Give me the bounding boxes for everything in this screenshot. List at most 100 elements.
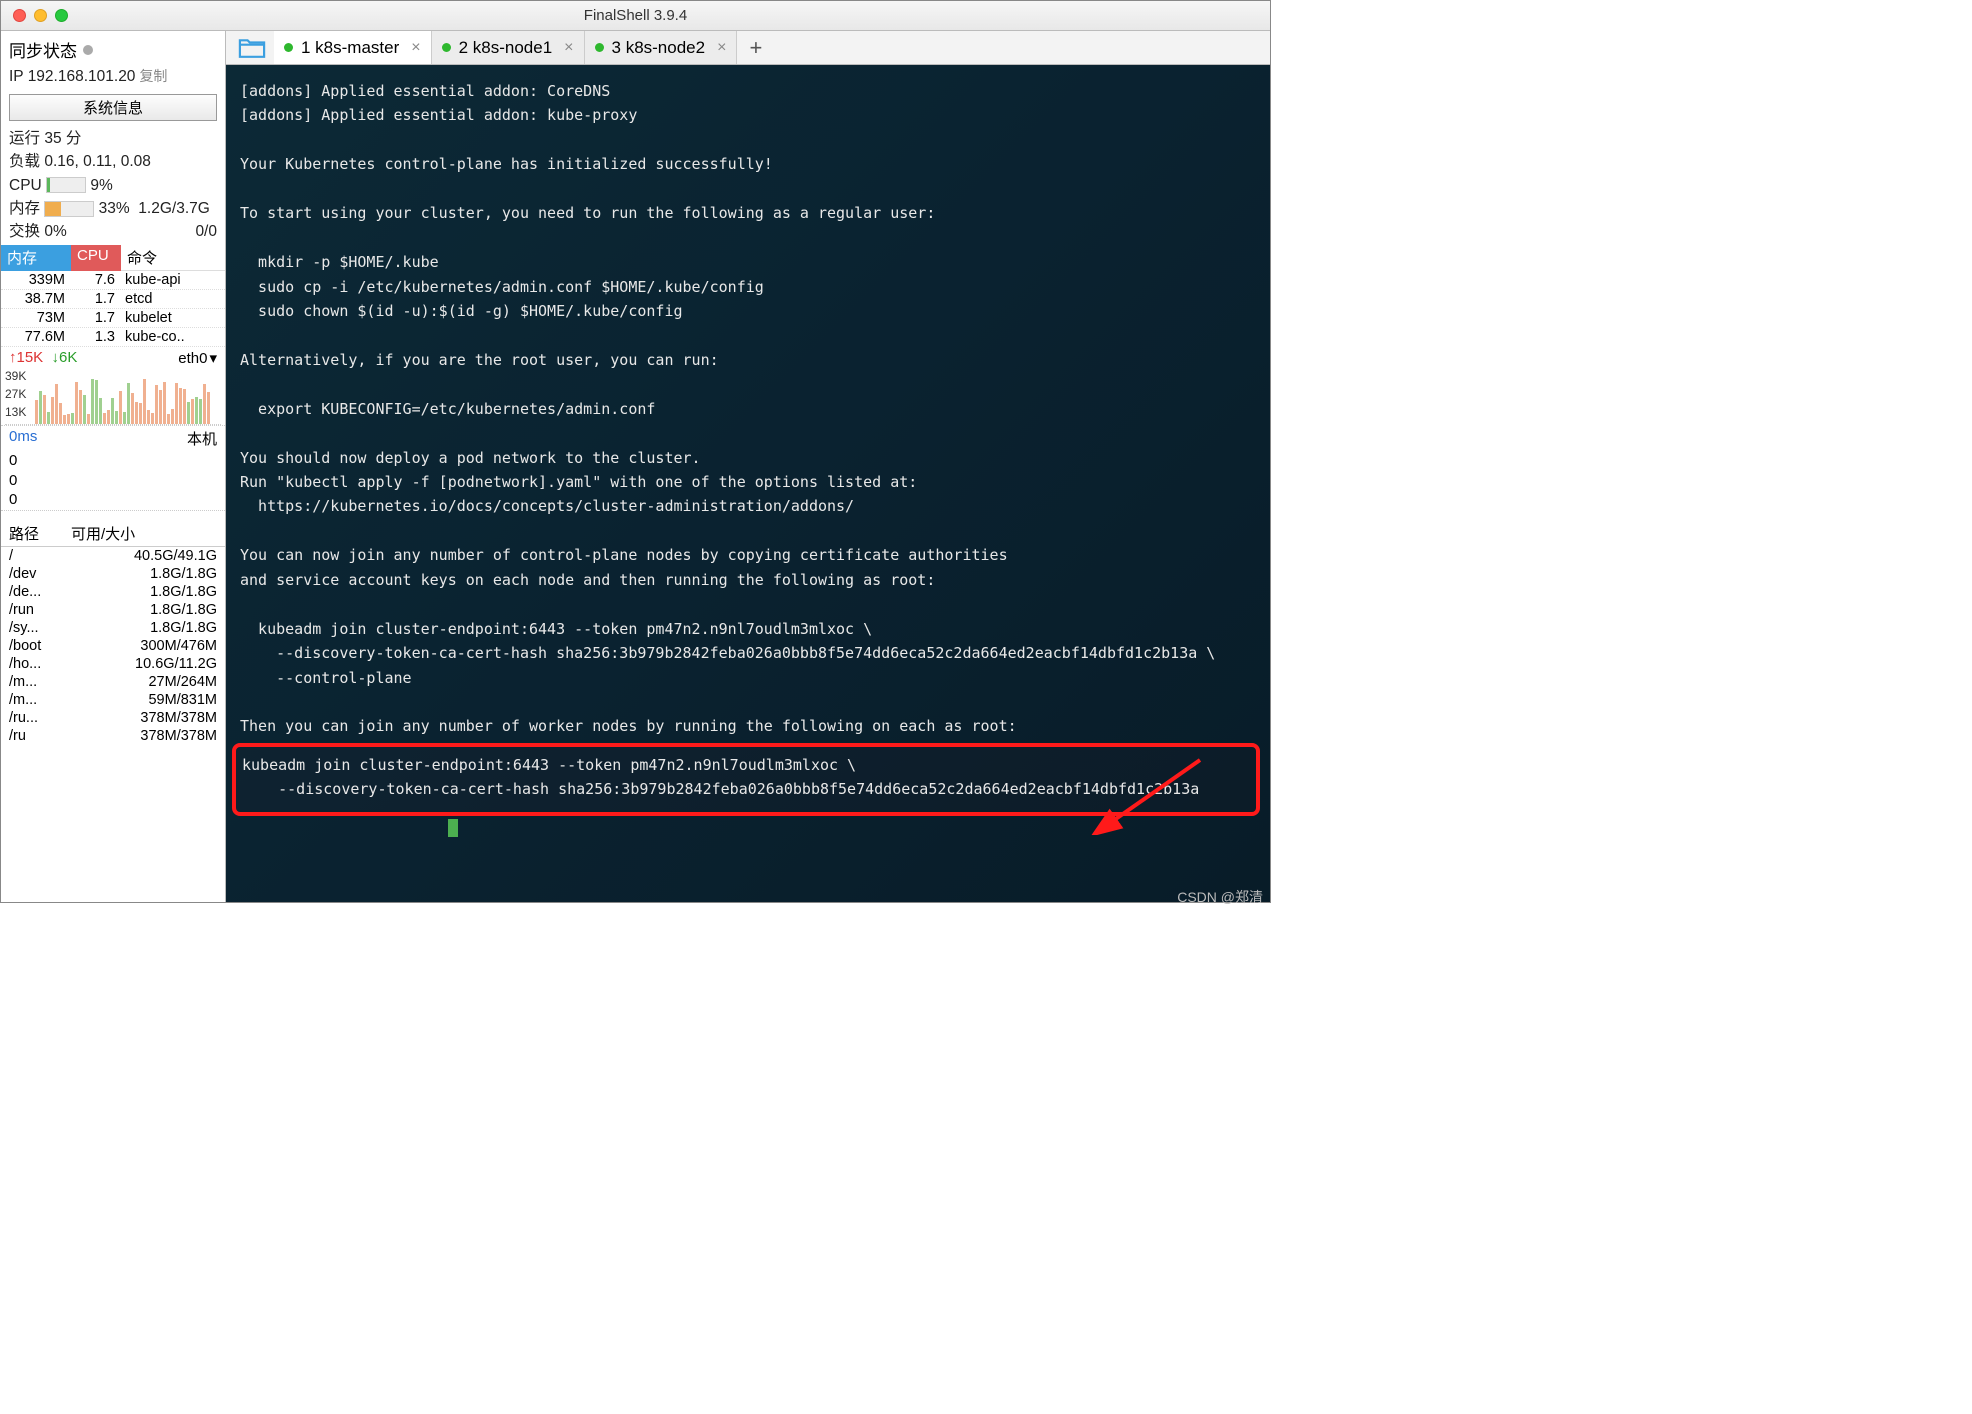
disk-size: 10.6G/11.2G (71, 656, 225, 672)
minimize-icon[interactable] (34, 9, 47, 22)
disk-size: 378M/378M (71, 728, 225, 744)
disk-row[interactable]: /boot300M/476M (1, 637, 225, 655)
disk-size: 40.5G/49.1G (71, 548, 225, 564)
cursor-icon (448, 819, 458, 837)
add-tab-button[interactable]: + (737, 35, 774, 61)
proc-cmd: kube-api (121, 272, 225, 288)
disk-path: /de... (1, 584, 71, 600)
proc-cpu: 1.7 (71, 310, 121, 326)
ip-value: 192.168.101.20 (28, 68, 136, 85)
terminal-line: --discovery-token-ca-cert-hash sha256:3b… (242, 780, 1199, 798)
titlebar[interactable]: FinalShell 3.9.4 (1, 1, 1270, 31)
terminal-line: [addons] Applied essential addon: kube-p… (240, 106, 637, 124)
disk-path: /ru... (1, 710, 71, 726)
tab-label: 3 k8s-node2 (612, 38, 706, 58)
proc-head-mem[interactable]: 内存 (1, 245, 71, 271)
disk-size: 59M/831M (71, 692, 225, 708)
process-row[interactable]: 339M7.6kube-api (1, 271, 225, 290)
terminal-line: --discovery-token-ca-cert-hash sha256:3b… (240, 644, 1215, 662)
disk-path: /run (1, 602, 71, 618)
disk-row[interactable]: /run1.8G/1.8G (1, 601, 225, 619)
disk-row[interactable]: /de...1.8G/1.8G (1, 583, 225, 601)
proc-head-cpu[interactable]: CPU (71, 245, 121, 271)
terminal-line: Your Kubernetes control-plane has initia… (240, 155, 773, 173)
close-icon[interactable] (13, 9, 26, 22)
disk-row[interactable]: /ho...10.6G/11.2G (1, 655, 225, 673)
process-header[interactable]: 内存 CPU 命令 (1, 245, 225, 271)
runtime-label: 运行 (9, 130, 40, 147)
status-dot-icon (284, 43, 293, 52)
watermark: CSDN @郑清 (1177, 887, 1263, 907)
runtime-value: 35 分 (44, 130, 81, 147)
tab[interactable]: 3 k8s-node2 × (585, 31, 738, 64)
disk-row[interactable]: /ru378M/378M (1, 727, 225, 745)
status-dot-icon (595, 43, 604, 52)
terminal-line: Run "kubectl apply -f [podnetwork].yaml"… (240, 473, 917, 491)
terminal-line: You can now join any number of control-p… (240, 546, 1008, 564)
disk-size: 1.8G/1.8G (71, 584, 225, 600)
disk-row[interactable]: /ru...378M/378M (1, 709, 225, 727)
terminal-line: and service account keys on each node an… (240, 571, 935, 589)
terminal-line: https://kubernetes.io/docs/concepts/clus… (240, 497, 854, 515)
terminal-line: sudo chown $(id -u):$(id -g) $HOME/.kube… (240, 302, 683, 320)
arrow-up-icon: ↑ (9, 349, 17, 366)
graph-ytick: 13K (5, 405, 26, 419)
net-interface-selector[interactable]: eth0 ▾ (178, 349, 217, 367)
mem-label: 内存 (9, 200, 40, 217)
folder-icon[interactable] (238, 37, 266, 59)
close-tab-icon[interactable]: × (564, 39, 573, 57)
mem-pct: 33% (99, 200, 130, 217)
terminal-line: kubeadm join cluster-endpoint:6443 --tok… (240, 620, 872, 638)
disk-head-path[interactable]: 路径 (1, 523, 71, 544)
close-tab-icon[interactable]: × (717, 39, 726, 57)
net-down: 6K (59, 349, 77, 366)
close-tab-icon[interactable]: × (411, 39, 420, 57)
terminal[interactable]: [addons] Applied essential addon: CoreDN… (226, 65, 1270, 902)
disk-path: /ho... (1, 656, 71, 672)
proc-cmd: kubelet (121, 310, 225, 326)
sync-label: 同步状态 (9, 37, 77, 62)
terminal-line: --control-plane (240, 669, 412, 687)
disk-size: 27M/264M (71, 674, 225, 690)
process-row[interactable]: 73M1.7kubelet (1, 309, 225, 328)
sidebar: 同步状态 IP 192.168.101.20复制 系统信息 运行 35 分 负载… (1, 31, 226, 902)
disk-row[interactable]: /m...59M/831M (1, 691, 225, 709)
tab[interactable]: 2 k8s-node1 × (432, 31, 585, 64)
swap-pct: 0% (44, 223, 66, 240)
disk-size: 300M/476M (71, 638, 225, 654)
app-window: FinalShell 3.9.4 同步状态 IP 192.168.101.20复… (0, 0, 1271, 903)
disk-path: /boot (1, 638, 71, 654)
system-info-button[interactable]: 系统信息 (9, 94, 217, 121)
proc-mem: 38.7M (1, 291, 71, 307)
proc-mem: 339M (1, 272, 71, 288)
disk-header[interactable]: 路径可用/大小 (1, 521, 225, 547)
terminal-line: kubeadm join cluster-endpoint:6443 --tok… (242, 756, 856, 774)
mem-detail: 1.2G/3.7G (138, 200, 210, 217)
proc-mem: 77.6M (1, 329, 71, 345)
ping-graph: 000 (1, 451, 225, 511)
copy-button[interactable]: 复制 (139, 68, 167, 84)
proc-head-cmd[interactable]: 命令 (121, 245, 225, 271)
stats-block: 运行 35 分 负载 0.16, 0.11, 0.08 CPU 9% 内存 33… (1, 125, 225, 245)
process-list: 339M7.6kube-api38.7M1.7etcd73M1.7kubelet… (1, 271, 225, 347)
disk-row[interactable]: /40.5G/49.1G (1, 547, 225, 565)
proc-cpu: 1.3 (71, 329, 121, 345)
ping-row: 0ms 本机 (1, 425, 225, 451)
maximize-icon[interactable] (55, 9, 68, 22)
process-row[interactable]: 77.6M1.3kube-co.. (1, 328, 225, 347)
net-header: ↑15K ↓6K eth0 ▾ (1, 347, 225, 369)
disk-size: 1.8G/1.8G (71, 602, 225, 618)
ping-host[interactable]: 本机 (187, 428, 217, 449)
load-value: 0.16, 0.11, 0.08 (44, 153, 151, 170)
disk-row[interactable]: /m...27M/264M (1, 673, 225, 691)
tab[interactable]: 1 k8s-master× (274, 31, 432, 64)
process-row[interactable]: 38.7M1.7etcd (1, 290, 225, 309)
proc-cpu: 1.7 (71, 291, 121, 307)
tab-label: 2 k8s-node1 (459, 38, 553, 58)
terminal-line: You should now deploy a pod network to t… (240, 449, 701, 467)
disk-row[interactable]: /dev1.8G/1.8G (1, 565, 225, 583)
ping-value: 0ms (9, 428, 37, 449)
disk-head-size[interactable]: 可用/大小 (71, 523, 225, 544)
graph-ytick: 39K (5, 369, 26, 383)
disk-row[interactable]: /sy...1.8G/1.8G (1, 619, 225, 637)
